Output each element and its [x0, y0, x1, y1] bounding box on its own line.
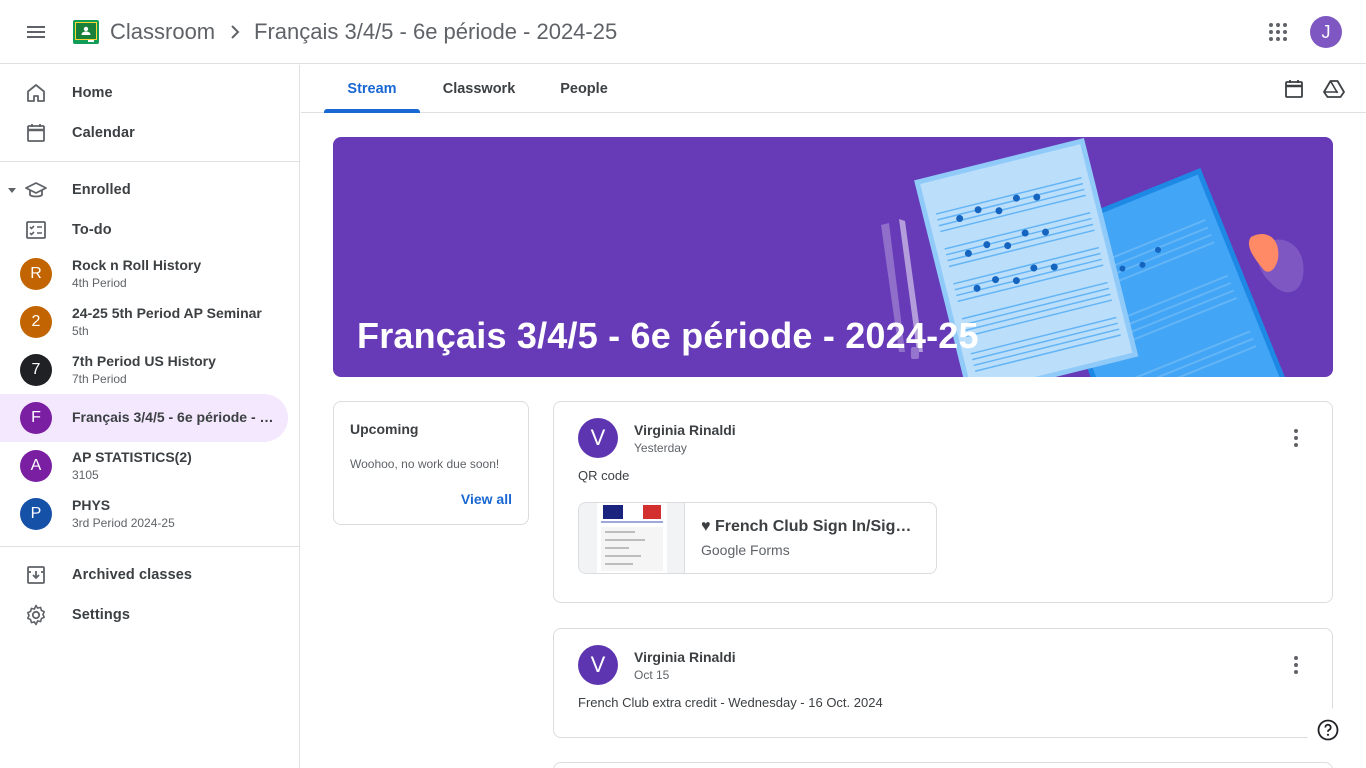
post-text: French Club extra credit - Wednesday - 1… [578, 695, 883, 710]
google-drive-icon[interactable] [1322, 77, 1346, 101]
tab-stream[interactable]: Stream [324, 65, 420, 113]
archive-icon [27, 566, 45, 584]
attachment-title: ♥ French Club Sign In/Sign Out [701, 518, 921, 535]
course-name: AP STATISTICS(2) [72, 449, 192, 465]
sidebar-item-label: To-do [72, 222, 112, 238]
course-name: Rock n Roll History [72, 257, 202, 273]
chevron-right-icon [231, 25, 240, 39]
sidebar-item-archived[interactable]: Archived classes [0, 555, 288, 595]
divider [0, 161, 300, 162]
active-tab-indicator [324, 109, 420, 113]
upcoming-card: Upcoming Woohoo, no work due soon! View … [333, 401, 529, 525]
course-avatar: 2 [20, 306, 52, 338]
home-icon [27, 84, 45, 102]
tab-people[interactable]: People [537, 65, 631, 113]
sidebar-item-label: Settings [72, 607, 130, 623]
course-name: Français 3/4/5 - 6e période - 2024-25 [72, 409, 280, 425]
course-tabs: Stream Classwork People [301, 65, 1366, 113]
course-banner: Français 3/4/5 - 6e période - 2024-25 [333, 137, 1333, 377]
sidebar-item-calendar[interactable]: Calendar [0, 113, 288, 153]
post-author: Virginia Rinaldi [634, 649, 736, 665]
breadcrumb-course-title[interactable]: Français 3/4/5 - 6e période - 2024-25 [254, 18, 617, 46]
stream-post[interactable]: V Virginia Rinaldi Yesterday QR code ♥ F… [553, 401, 1333, 603]
gear-icon [27, 604, 45, 626]
course-name: 7th Period US History [72, 353, 216, 369]
course-name: 24-25 5th Period AP Seminar [72, 305, 262, 321]
post-date: Yesterday [634, 441, 687, 455]
sidebar-item-settings[interactable]: Settings [0, 595, 288, 635]
sidebar-item-label: Home [72, 85, 113, 101]
author-avatar: V [578, 418, 618, 458]
course-section: 4th Period [72, 276, 127, 290]
help-icon [1317, 719, 1339, 741]
course-section: 7th Period [72, 372, 127, 386]
more-vert-icon[interactable] [1284, 426, 1308, 450]
app-title[interactable]: Classroom [110, 18, 215, 46]
course-avatar: A [20, 450, 52, 482]
post-text: QR code [578, 468, 630, 483]
stream-post[interactable]: V Virginia Rinaldi Oct 15 French Club ex… [553, 628, 1333, 738]
sidebar-course-item[interactable]: P PHYS 3rd Period 2024-25 [0, 490, 288, 538]
banner-course-title: Français 3/4/5 - 6e période - 2024-25 [357, 315, 979, 356]
google-apps-button[interactable] [1258, 12, 1298, 52]
attachment-card[interactable]: ♥ French Club Sign In/Sign Out Google Fo… [578, 502, 937, 574]
sidebar-course-item-active[interactable]: F Français 3/4/5 - 6e période - 2024-25 [0, 394, 288, 442]
calendar-icon [27, 124, 45, 142]
upcoming-message: Woohoo, no work due soon! [350, 457, 500, 471]
sidebar-course-item[interactable]: R Rock n Roll History 4th Period [0, 250, 288, 298]
post-author: Virginia Rinaldi [634, 422, 736, 438]
todo-list-icon [26, 221, 46, 239]
school-icon [25, 182, 47, 198]
stream-post[interactable] [553, 762, 1333, 768]
top-app-bar: Classroom Français 3/4/5 - 6e période - … [0, 0, 1366, 64]
help-button[interactable] [1306, 708, 1350, 752]
sidebar-course-item[interactable]: A AP STATISTICS(2) 3105 [0, 442, 288, 490]
course-section: 3105 [72, 468, 99, 482]
main-menu-button[interactable] [16, 12, 56, 52]
sidebar-course-item[interactable]: 7 7th Period US History 7th Period [0, 346, 288, 394]
post-date: Oct 15 [634, 668, 670, 682]
calendar-icon[interactable] [1282, 77, 1306, 101]
course-avatar: 7 [20, 354, 52, 386]
attachment-type: Google Forms [701, 542, 790, 558]
view-all-link[interactable]: View all [461, 491, 512, 507]
author-avatar: V [578, 645, 618, 685]
sidebar-item-enrolled[interactable]: Enrolled [0, 170, 288, 210]
account-avatar[interactable]: J [1310, 16, 1342, 48]
sidebar-item-label: Archived classes [72, 567, 193, 583]
menu-icon [27, 26, 45, 38]
sidebar-item-home[interactable]: Home [0, 73, 288, 113]
course-section: 5th [72, 324, 89, 338]
sidebar-course-item[interactable]: 2 24-25 5th Period AP Seminar 5th [0, 298, 288, 346]
course-avatar: P [20, 498, 52, 530]
course-name: PHYS [72, 497, 111, 513]
tab-classwork[interactable]: Classwork [431, 65, 527, 113]
course-avatar: F [20, 402, 52, 434]
form-thumbnail [579, 503, 685, 573]
apps-grid-icon [1269, 23, 1287, 41]
more-vert-icon[interactable] [1284, 653, 1308, 677]
sidebar-nav: Home Calendar Enrolled To-do R Rock n Ro… [0, 65, 300, 768]
upcoming-title: Upcoming [350, 421, 419, 437]
sidebar-item-label: Calendar [72, 125, 135, 141]
sidebar-item-label: Enrolled [72, 182, 131, 198]
sidebar-item-todo[interactable]: To-do [0, 210, 288, 250]
course-avatar: R [20, 258, 52, 290]
classroom-logo[interactable] [73, 20, 99, 44]
divider [0, 546, 300, 547]
course-section: 3rd Period 2024-25 [72, 516, 175, 530]
